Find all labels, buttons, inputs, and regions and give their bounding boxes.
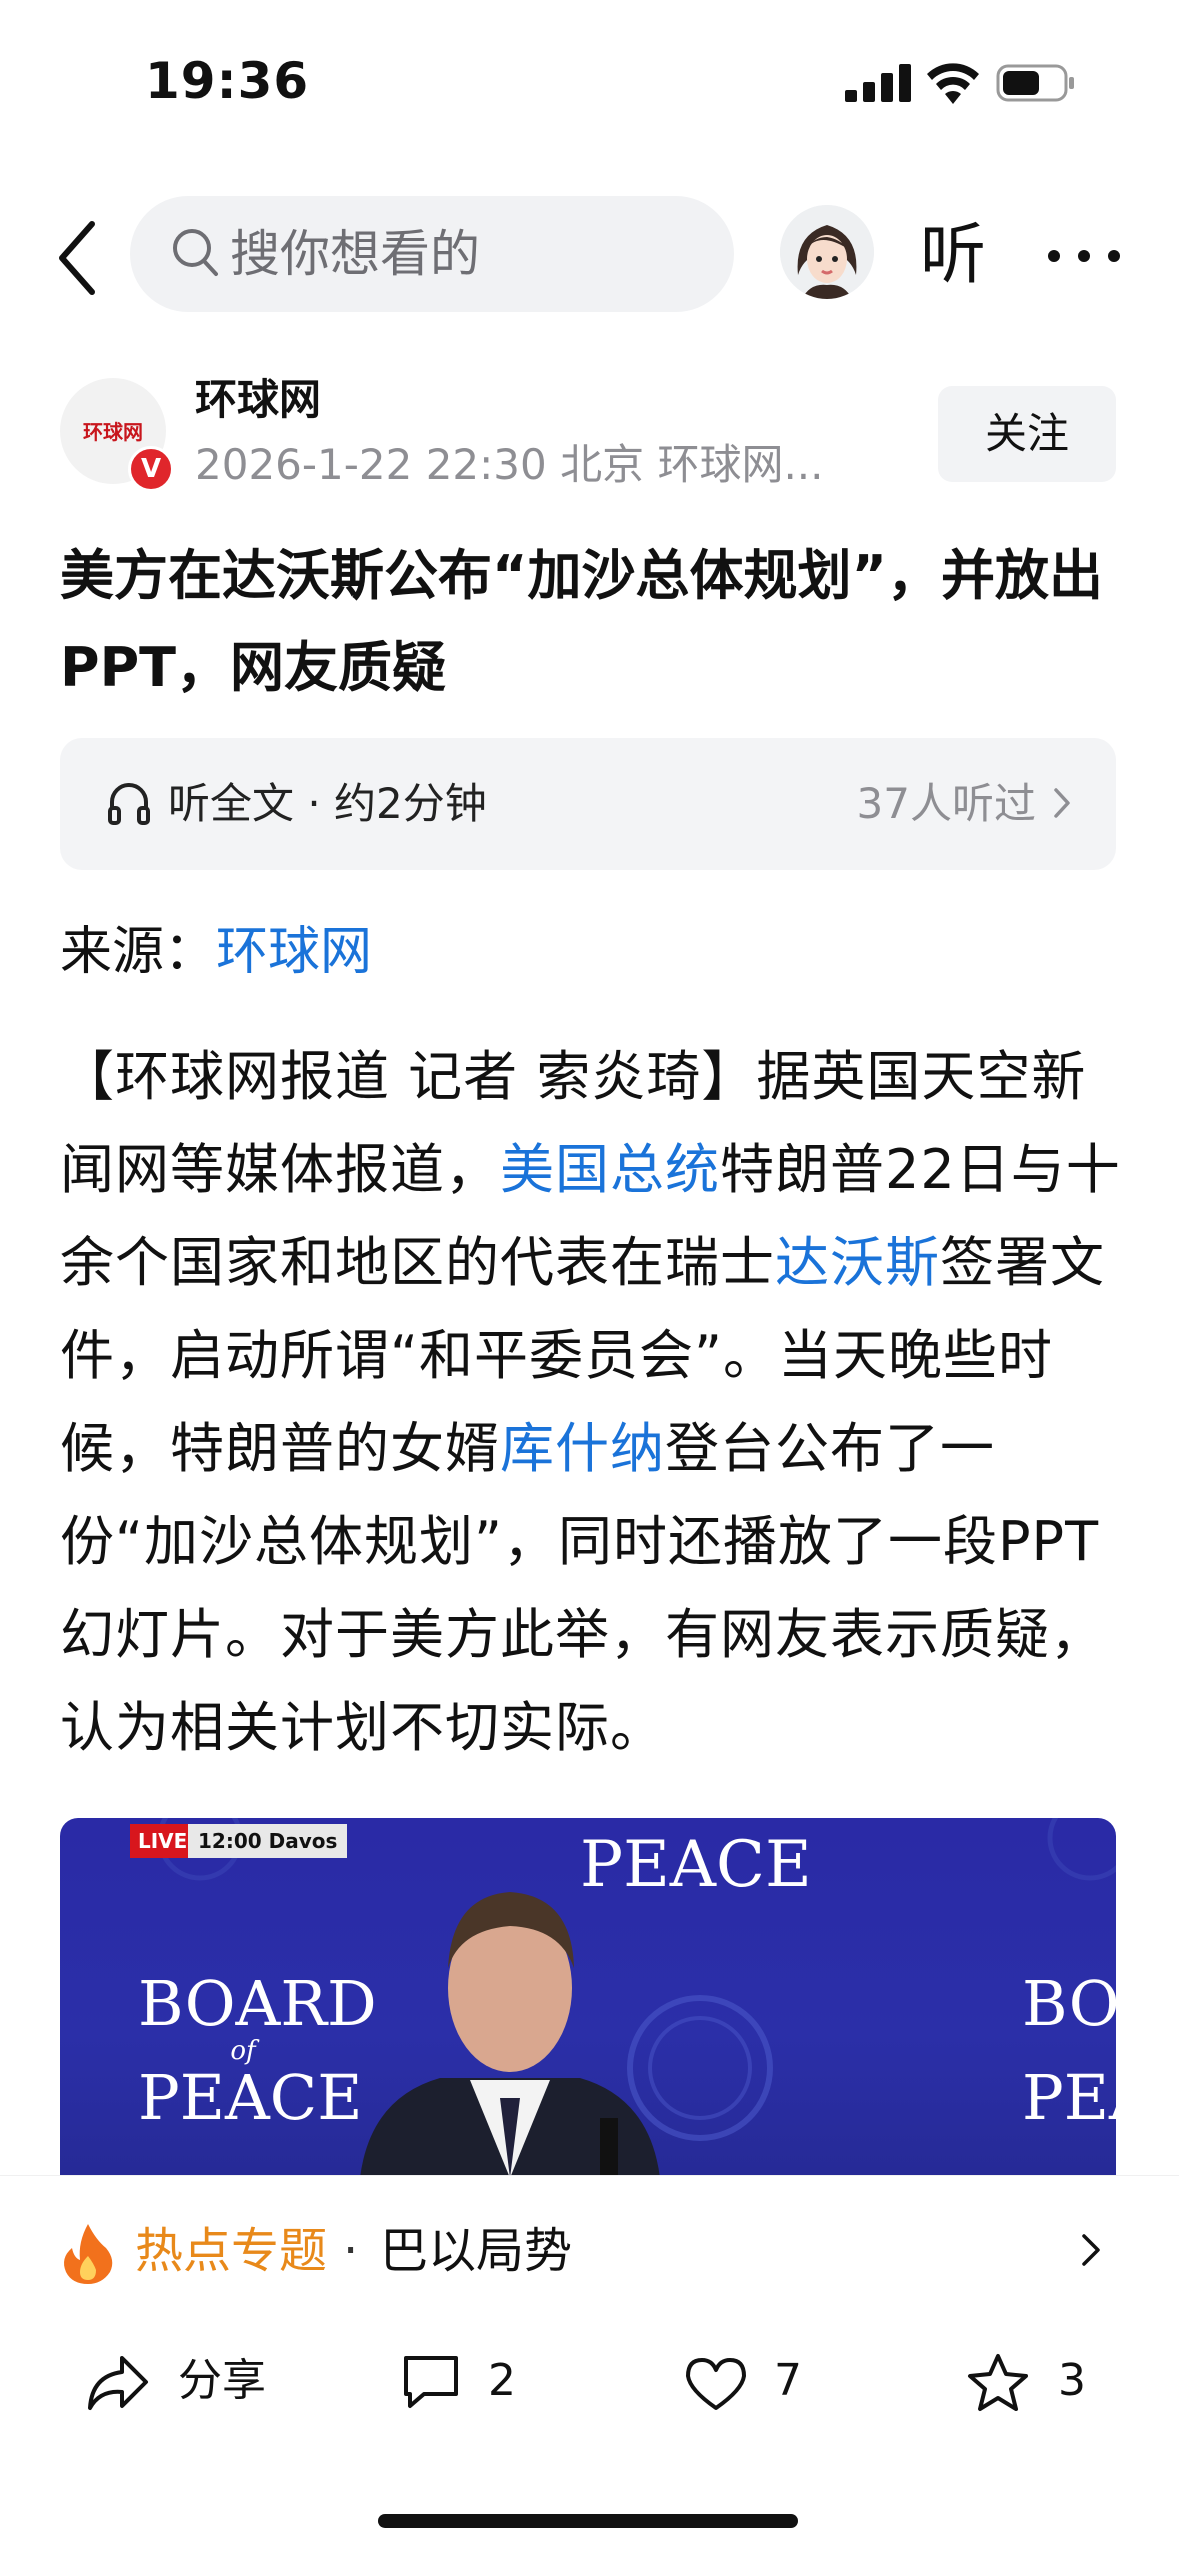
assistant-avatar[interactable]: [780, 205, 874, 299]
chevron-right-icon[interactable]: [1080, 2232, 1102, 2268]
share-button[interactable]: 分享: [86, 2346, 286, 2426]
post-meta: 2026-1-22 22:30 北京 环球网...: [195, 440, 824, 489]
backdrop-of: of: [230, 2036, 256, 2066]
back-icon[interactable]: [50, 218, 110, 298]
cellular-signal-icon: [845, 64, 911, 102]
listen-count: 37人听过: [856, 779, 1036, 828]
more-icon[interactable]: [1048, 250, 1120, 262]
like-button[interactable]: 7: [684, 2346, 844, 2426]
heart-icon: [686, 2358, 746, 2410]
link-us-president[interactable]: 美国总统: [500, 1138, 720, 1201]
comment-button[interactable]: 2: [400, 2346, 560, 2426]
source-link[interactable]: 环球网: [216, 922, 372, 982]
article-body: 【环球网报道 记者 索炎琦】据英国天空新闻网等媒体报道，美国总统特朗普22日与十…: [60, 1030, 1130, 1774]
source-label: 来源：: [60, 922, 217, 982]
link-davos[interactable]: 达沃斯: [775, 1231, 940, 1294]
live-badge: LIVE: [130, 1824, 196, 1858]
listen-full-label: 听全文 · 约2分钟: [168, 779, 487, 828]
logo-text: 环球网: [83, 420, 143, 444]
broadcast-tag: 12:00 Davos: [188, 1824, 348, 1858]
fire-icon: [64, 2224, 113, 2284]
article-title: 美方在达沃斯公布“加沙总体规划”，并放出PPT，网友质疑: [60, 544, 1103, 699]
home-indicator[interactable]: [378, 2514, 798, 2528]
comment-count: 2: [488, 2355, 516, 2406]
status-time: 19:36: [145, 52, 310, 110]
like-count: 7: [774, 2355, 802, 2406]
backdrop-peace-right: PEA: [1022, 2061, 1116, 2134]
link-kushner[interactable]: 库什纳: [500, 1417, 665, 1480]
follow-button[interactable]: 关注: [938, 386, 1116, 482]
hot-topic-name[interactable]: 巴以局势: [380, 2216, 572, 2286]
listen-full-bar[interactable]: 听全文 · 约2分钟 37人听过: [60, 738, 1116, 870]
search-icon: [173, 229, 218, 276]
chevron-right-icon: [1054, 788, 1070, 818]
listen-button[interactable]: 听: [920, 215, 986, 295]
wifi-icon: [927, 63, 979, 104]
backdrop-text: PEACE: [580, 1828, 812, 1902]
bottom-bar: 热点专题 · 巴以局势 分享 2 7 3: [0, 2175, 1179, 2557]
hot-topic-label[interactable]: 热点专题: [135, 2216, 327, 2286]
broadcast-location: Davos: [268, 1829, 338, 1853]
search-placeholder: 搜你想看的: [230, 225, 480, 283]
backdrop-board-right: BOA: [1022, 1967, 1116, 2040]
search-bar[interactable]: 搜你想看的: [130, 196, 734, 312]
backdrop-text: BOARD of PEACE: [138, 1967, 377, 2134]
source-line: 来源：环球网: [60, 912, 372, 992]
favorite-button[interactable]: 3: [966, 2346, 1126, 2426]
favorite-count: 3: [1058, 2355, 1086, 2406]
share-label: 分享: [178, 2355, 266, 2406]
verified-badge-icon: V: [128, 446, 174, 492]
battery-icon: [996, 64, 1074, 102]
topic-separator: ·: [343, 2223, 359, 2279]
broadcast-time: 12:00: [198, 1829, 262, 1853]
backdrop-board: BOARD: [138, 1967, 377, 2040]
article-photo[interactable]: LIVE 12:00 Davos PEACE BOARD of PEACE BO…: [60, 1818, 1116, 2178]
comment-icon: [404, 2356, 458, 2408]
backdrop-text-right: BOA PEA: [1022, 1968, 1116, 2134]
headphones-icon: [108, 783, 150, 825]
share-icon: [88, 2356, 148, 2410]
backdrop-peace: PEACE: [138, 2061, 363, 2134]
star-icon: [968, 2354, 1028, 2411]
author-name[interactable]: 环球网: [195, 370, 321, 430]
